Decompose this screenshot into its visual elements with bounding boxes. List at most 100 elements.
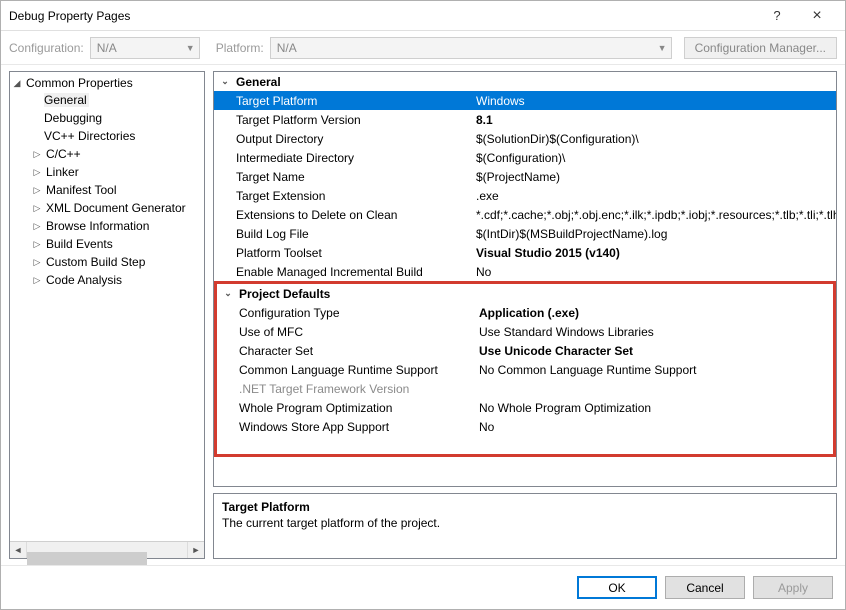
property-value[interactable]: No Whole Program Optimization (475, 401, 833, 415)
tree-item-label: Debugging (44, 111, 104, 125)
expand-icon: ▷ (30, 185, 44, 196)
property-row[interactable]: Target Name$(ProjectName) (214, 167, 836, 186)
property-grid[interactable]: ⌄ General Target PlatformWindowsTarget P… (213, 71, 837, 487)
property-tree[interactable]: ◢ Common Properties General Debugging VC++… (10, 72, 204, 541)
tree-item[interactable]: VC++ Directories (10, 128, 204, 144)
tree-item[interactable]: ▷Browse Information (10, 218, 204, 234)
chevron-down-icon: ▼ (658, 43, 667, 53)
property-row[interactable]: Platform ToolsetVisual Studio 2015 (v140… (214, 243, 836, 262)
tree-root[interactable]: ◢ Common Properties (10, 75, 204, 91)
tree-root-label: Common Properties (24, 76, 135, 90)
configuration-manager-button[interactable]: Configuration Manager... (684, 37, 837, 59)
category-general[interactable]: ⌄ General (214, 72, 836, 91)
tree-item[interactable]: ▷Linker (10, 164, 204, 180)
property-row[interactable]: Whole Program OptimizationNo Whole Progr… (217, 398, 833, 417)
category-project-defaults[interactable]: ⌄ Project Defaults (217, 284, 833, 303)
property-row[interactable]: Configuration TypeApplication (.exe) (217, 303, 833, 322)
expand-icon: ▷ (30, 149, 44, 160)
property-key: Target Platform Version (214, 113, 472, 127)
tree-panel: ◢ Common Properties General Debugging VC++… (9, 71, 205, 559)
property-value[interactable]: .exe (472, 189, 836, 203)
expand-icon: ▷ (30, 167, 44, 178)
dialog-window: Debug Property Pages ? × Configuration: … (0, 0, 846, 610)
titlebar: Debug Property Pages ? × (1, 1, 845, 31)
description-heading: Target Platform (222, 500, 828, 514)
property-value[interactable]: Application (.exe) (475, 306, 833, 320)
collapse-icon: ⌄ (217, 288, 239, 299)
tree-item[interactable]: ▷Manifest Tool (10, 182, 204, 198)
tree-item[interactable]: ▷Code Analysis (10, 272, 204, 288)
dialog-footer: OK Cancel Apply (1, 565, 845, 609)
tree-hscrollbar[interactable]: ◄ ► (10, 541, 204, 558)
property-value[interactable]: No (472, 265, 836, 279)
property-key: Configuration Type (217, 306, 475, 320)
property-value[interactable]: Visual Studio 2015 (v140) (472, 246, 836, 260)
tree-item[interactable]: Debugging (10, 110, 204, 126)
apply-button[interactable]: Apply (753, 576, 833, 599)
scroll-right-icon[interactable]: ► (187, 542, 204, 558)
tree-item[interactable]: ▷C/C++ (10, 146, 204, 162)
property-row[interactable]: Target Platform Version8.1 (214, 110, 836, 129)
property-key: Output Directory (214, 132, 472, 146)
tree-item[interactable]: General (10, 92, 204, 108)
property-value[interactable]: $(SolutionDir)$(Configuration)\ (472, 132, 836, 146)
tree-item[interactable]: ▷Build Events (10, 236, 204, 252)
close-button[interactable]: × (797, 7, 837, 25)
configuration-value: N/A (97, 41, 117, 55)
expand-icon: ▷ (30, 239, 44, 250)
property-row[interactable]: Intermediate Directory$(Configuration)\ (214, 148, 836, 167)
highlight-box: ⌄ Project Defaults Configuration TypeApp… (214, 281, 836, 457)
platform-value: N/A (277, 41, 297, 55)
property-row[interactable]: Enable Managed Incremental BuildNo (214, 262, 836, 281)
property-row[interactable]: Target Extension.exe (214, 186, 836, 205)
property-row[interactable]: Use of MFCUse Standard Windows Libraries (217, 322, 833, 341)
property-row[interactable]: Windows Store App SupportNo (217, 417, 833, 436)
property-row[interactable]: Extensions to Delete on Clean*.cdf;*.cac… (214, 205, 836, 224)
property-value[interactable]: *.cdf;*.cache;*.obj;*.obj.enc;*.ilk;*.ip… (472, 208, 836, 222)
platform-combo[interactable]: N/A ▼ (270, 37, 672, 59)
category-label: Project Defaults (239, 287, 330, 301)
tree-item[interactable]: ▷Custom Build Step (10, 254, 204, 270)
help-button[interactable]: ? (757, 8, 797, 23)
configuration-combo[interactable]: N/A ▼ (90, 37, 200, 59)
description-pane: Target Platform The current target platf… (213, 493, 837, 559)
category-label: General (236, 75, 281, 89)
property-row[interactable]: Target PlatformWindows (214, 91, 836, 110)
tree-item-label: Custom Build Step (44, 255, 147, 269)
property-value[interactable]: No Common Language Runtime Support (475, 363, 833, 377)
ok-button[interactable]: OK (577, 576, 657, 599)
property-row[interactable]: Common Language Runtime SupportNo Common… (217, 360, 833, 379)
tree-item-label: General (44, 93, 89, 107)
collapse-icon: ◢ (10, 78, 24, 89)
property-value[interactable]: $(ProjectName) (472, 170, 836, 184)
scroll-left-icon[interactable]: ◄ (10, 542, 27, 558)
property-key: Intermediate Directory (214, 151, 472, 165)
property-row[interactable]: Build Log File$(IntDir)$(MSBuildProjectN… (214, 224, 836, 243)
tree-item-label: Browse Information (44, 219, 151, 233)
tree-item[interactable]: ▷XML Document Generator (10, 200, 204, 216)
expand-icon: ▷ (30, 203, 44, 214)
cancel-button[interactable]: Cancel (665, 576, 745, 599)
tree-item-label: Code Analysis (44, 273, 124, 287)
property-value[interactable]: $(Configuration)\ (472, 151, 836, 165)
property-row[interactable]: Character SetUse Unicode Character Set (217, 341, 833, 360)
chevron-down-icon: ▼ (186, 43, 195, 53)
property-key: Build Log File (214, 227, 472, 241)
property-row[interactable]: .NET Target Framework Version (217, 379, 833, 398)
property-value[interactable]: 8.1 (472, 113, 836, 127)
property-key: Extensions to Delete on Clean (214, 208, 472, 222)
property-value[interactable]: Windows (472, 94, 836, 108)
property-value[interactable]: Use Standard Windows Libraries (475, 325, 833, 339)
property-row[interactable]: Output Directory$(SolutionDir)$(Configur… (214, 129, 836, 148)
property-key: Target Extension (214, 189, 472, 203)
expand-icon: ▷ (30, 257, 44, 268)
property-key: Character Set (217, 344, 475, 358)
property-key: Target Platform (214, 94, 472, 108)
property-value[interactable]: Use Unicode Character Set (475, 344, 833, 358)
scroll-thumb[interactable] (27, 552, 147, 565)
property-value[interactable]: No (475, 420, 833, 434)
tree-item-label: Build Events (44, 237, 115, 251)
property-value[interactable]: $(IntDir)$(MSBuildProjectName).log (472, 227, 836, 241)
tree-item-label: XML Document Generator (44, 201, 188, 215)
collapse-icon: ⌄ (214, 76, 236, 87)
